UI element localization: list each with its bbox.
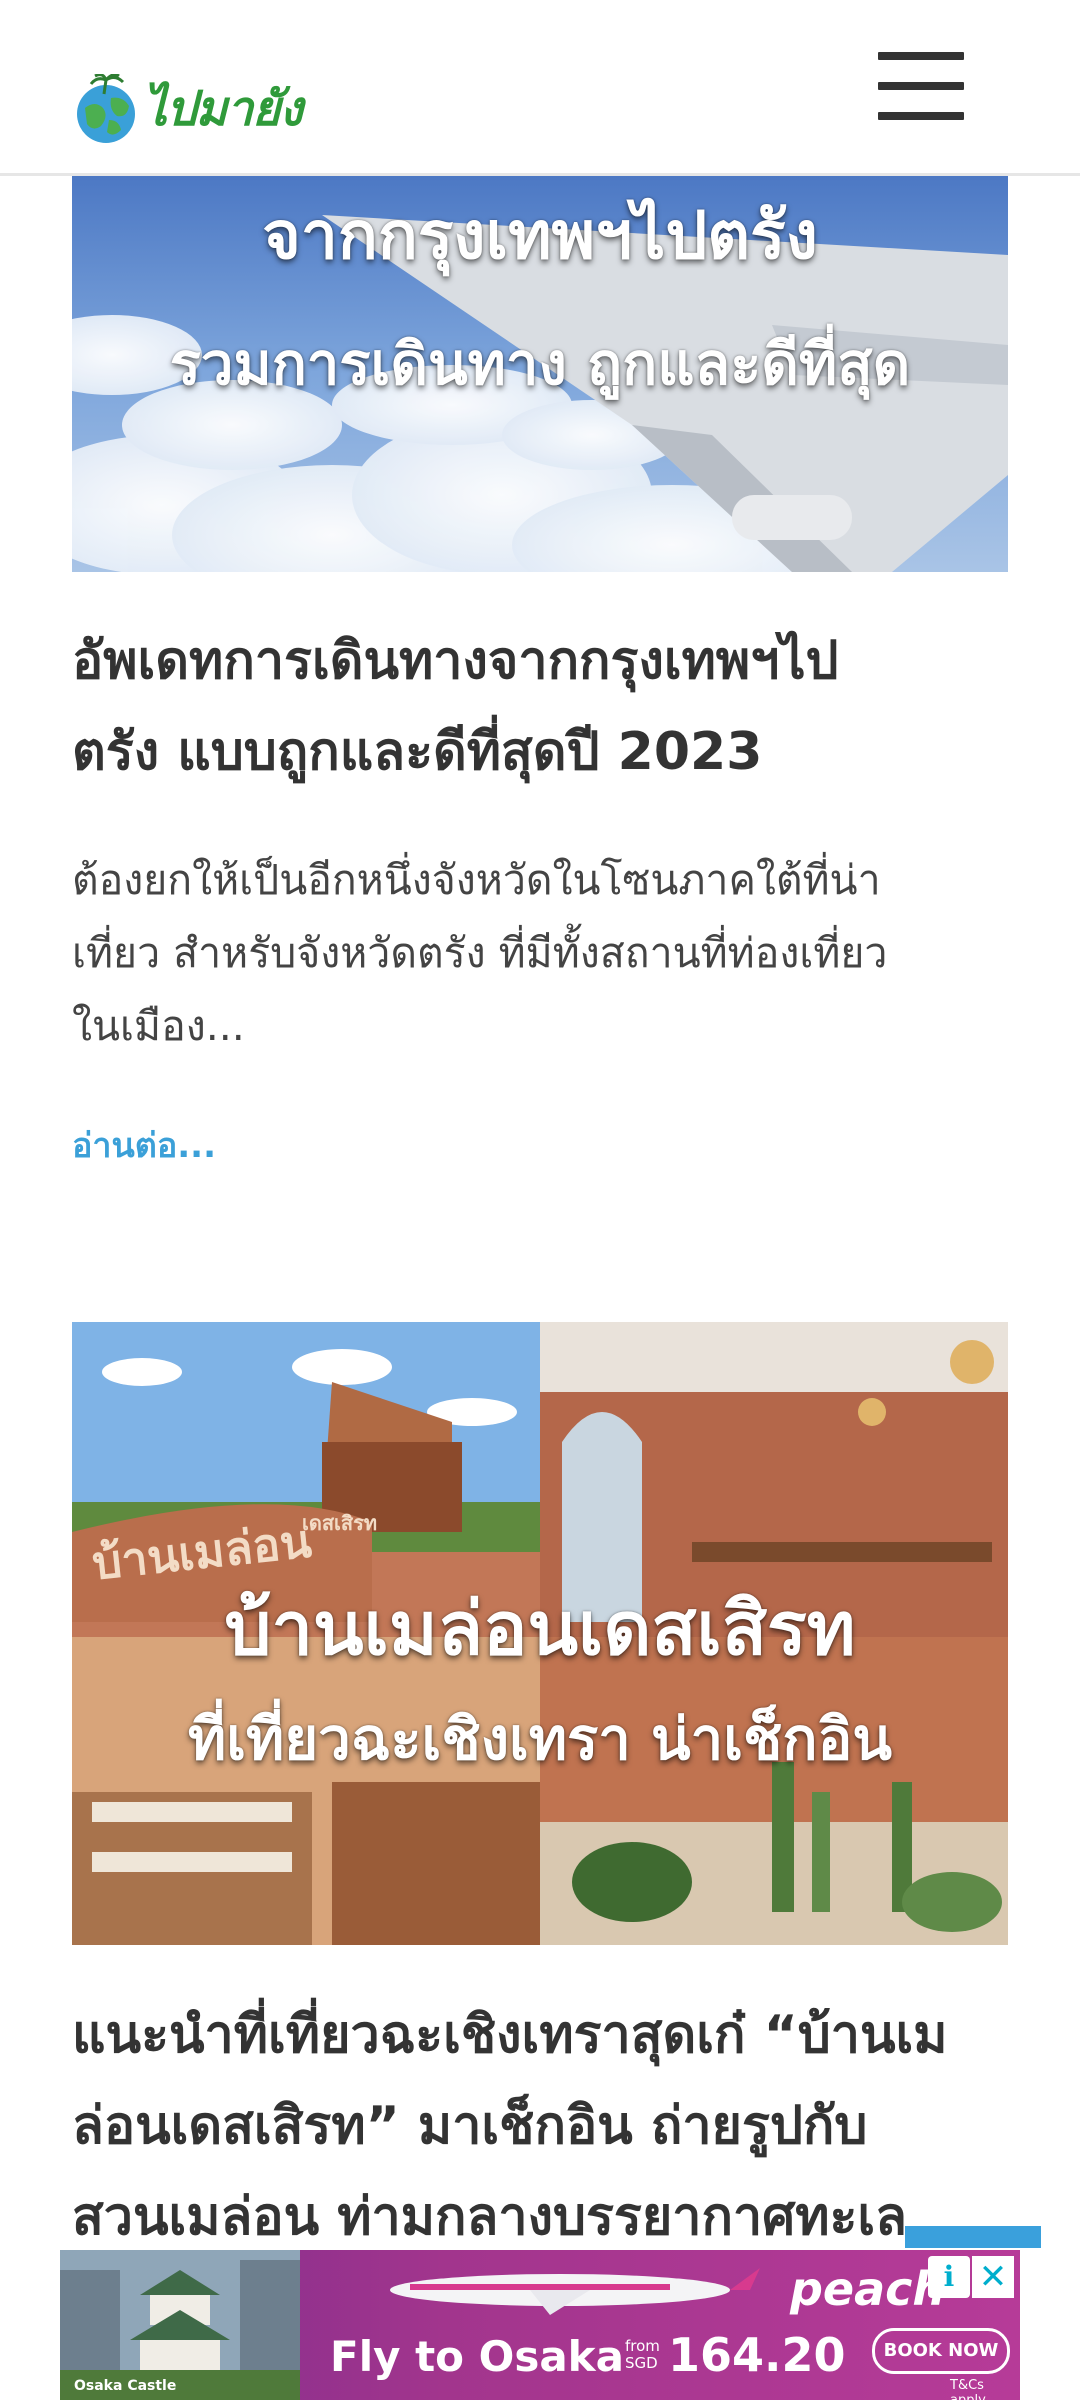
article-1-excerpt: ต้องยกให้เป็นอีกหนึ่งจังหวัดในโซนภาคใต้ท… — [72, 844, 1008, 1063]
read-more-link[interactable]: อ่านต่อ... — [72, 1118, 216, 1172]
title-line: ตรัง แบบถูกและดีที่สุดปี 2023 — [72, 722, 763, 782]
excerpt-line: เที่ยว สำหรับจังหวัดตรัง ที่มีทั้งสถานที… — [72, 929, 888, 977]
title-line: อัพเดทการเดินทางจากกรุงเทพฯไป — [72, 631, 839, 691]
ad-from-label: from SGD — [625, 2338, 660, 2372]
sign-small-text: เดสเสิรท — [302, 1511, 377, 1535]
ad-photo-caption: Osaka Castle — [74, 2378, 177, 2394]
logo-text: ไปมายัง — [143, 81, 303, 137]
ad-price: 164.20 — [668, 2328, 846, 2382]
title-line: ล่อนเดสเสิรท” มาเช็กอิน ถ่ายรูปกับ — [72, 2096, 868, 2156]
ad-tab — [905, 2226, 1041, 2248]
hamburger-menu-icon[interactable] — [878, 52, 964, 122]
menu-bar — [878, 82, 964, 90]
ad-terms: T&Cs apply. — [950, 2378, 988, 2400]
ad-brand: peach — [790, 2262, 946, 2316]
image-subheadline: รวมการเดินทาง ถูกและดีที่สุด — [169, 330, 911, 398]
excerpt-line: ในเมือง... — [72, 1002, 245, 1050]
ad-banner[interactable]: Osaka Castle peach Fly to Osaka from SGD… — [60, 2250, 1020, 2400]
ad-close-icon[interactable]: ✕ — [972, 2256, 1014, 2298]
excerpt-line: ต้องยกให้เป็นอีกหนึ่งจังหวัดในโซนภาคใต้ท… — [72, 856, 881, 904]
ad-from-line: from — [625, 2337, 660, 2355]
globe-palm-icon — [77, 74, 135, 143]
menu-bar — [878, 112, 964, 120]
book-now-button[interactable]: BOOK NOW — [872, 2328, 1010, 2374]
site-header: ไปมายัง — [0, 0, 1080, 176]
article-1-image[interactable]: จากกรุงเทพฯไปตรัง รวมการเดินทาง ถูกและดี… — [72, 175, 1008, 572]
ad-info-icon[interactable]: i — [928, 2256, 970, 2298]
image-headline: บ้านเมล่อนเดสเสิรท — [224, 1586, 856, 1672]
menu-bar — [878, 52, 964, 60]
airplane-icon — [390, 2268, 760, 2315]
image-headline: จากกรุงเทพฯไปตรัง — [262, 197, 818, 274]
article-1-title[interactable]: อัพเดทการเดินทางจากกรุงเทพฯไป ตรัง แบบถู… — [72, 616, 1008, 798]
site-logo[interactable]: ไปมายัง — [73, 72, 303, 146]
ad-headline: Fly to Osaka — [330, 2332, 624, 2381]
ad-currency: SGD — [625, 2354, 658, 2372]
article-2-image[interactable]: บ้านเมล่อน เดสเสิรท บ้านเมล่อนเดสเสิรท ท… — [72, 1322, 1008, 1945]
article-2-title[interactable]: แนะนำที่เที่ยวฉะเชิงเทราสุดเก๋ “บ้านเม ล… — [72, 1990, 1008, 2263]
image-subheadline: ที่เที่ยวฉะเชิงเทรา น่าเช็กอิน — [188, 1705, 892, 1773]
title-line: แนะนำที่เที่ยวฉะเชิงเทราสุดเก๋ “บ้านเม — [72, 2005, 948, 2065]
